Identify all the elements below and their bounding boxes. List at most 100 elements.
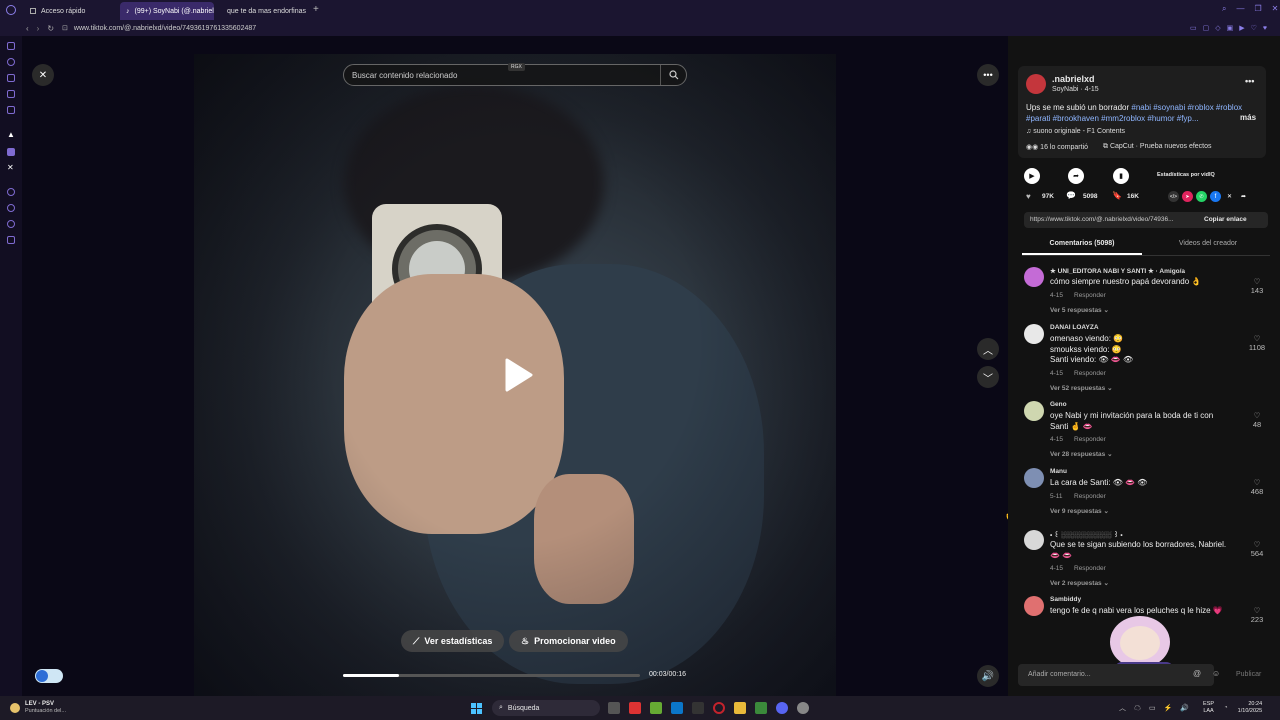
copy-link-button[interactable]: Copiar enlace xyxy=(1204,216,1247,223)
sidebar-icon-6[interactable] xyxy=(7,188,15,196)
promote-video-button[interactable]: ♨ Promocionar video xyxy=(509,630,628,652)
heart-icon[interactable]: ♡ xyxy=(1242,277,1272,286)
news-widget[interactable]: LEV - PSV Puntuación del... xyxy=(25,701,66,715)
back-icon[interactable]: ‹ xyxy=(26,24,29,33)
tab-quick-access[interactable]: Acceso rápido xyxy=(24,2,118,20)
heart-icon[interactable]: ♡ xyxy=(1242,411,1272,420)
publish-button[interactable]: Publicar xyxy=(1236,671,1261,678)
sidebar-icon-5[interactable] xyxy=(7,106,15,114)
x-share-icon[interactable]: ✕ xyxy=(1224,191,1235,202)
commenter-name[interactable]: Sambiddy xyxy=(1050,596,1081,603)
view-replies-button[interactable]: Ver 28 respuestas ⌄ xyxy=(1050,450,1113,458)
comment-like[interactable]: ♡ 143 xyxy=(1242,277,1272,295)
commenter-avatar[interactable] xyxy=(1024,596,1044,616)
view-replies-button[interactable]: Ver 9 respuestas ⌄ xyxy=(1050,507,1109,515)
forward-icon[interactable]: › xyxy=(37,24,40,33)
close-icon[interactable]: ✕ xyxy=(32,64,54,86)
volume-icon[interactable]: 🔊 xyxy=(977,665,999,687)
extension-toggle[interactable] xyxy=(35,669,63,683)
taskbar-search[interactable]: ⌕ Búsqueda xyxy=(491,700,600,716)
commenter-avatar[interactable] xyxy=(1024,530,1044,550)
heart-icon[interactable]: ♡ xyxy=(1242,334,1272,343)
x-icon[interactable]: ✕ xyxy=(7,163,14,172)
url-text[interactable]: www.tiktok.com/@.nabrielxd/video/7493619… xyxy=(74,25,256,32)
windows-start-icon[interactable] xyxy=(470,702,482,714)
progress-track[interactable] xyxy=(343,674,640,677)
commenter-name[interactable]: DANAI LOAYZA xyxy=(1050,324,1099,331)
twitch-icon[interactable] xyxy=(7,148,15,156)
system-tray-icons[interactable]: ︿☁▭⚡🔊 xyxy=(1119,703,1197,713)
maximize-icon[interactable]: ❐ xyxy=(1254,4,1261,14)
commenter-name[interactable]: ★ UNI_EDITORA NABI Y SANTI ★ · Amigo/a xyxy=(1050,267,1185,275)
opera-gx-icon[interactable] xyxy=(712,702,725,714)
tab-tiktok[interactable]: ♪ (99+) SoyNabi (@.nabriel xyxy=(120,2,214,20)
settings-icon[interactable] xyxy=(7,236,15,244)
search-icon[interactable]: ⌕ xyxy=(1222,4,1226,14)
heart-icon[interactable]: ♡ xyxy=(1242,478,1272,487)
sidebar-icon-3[interactable] xyxy=(7,74,15,82)
commenter-avatar[interactable] xyxy=(1024,468,1044,488)
tab-comments[interactable]: Comentarios (5098) xyxy=(1028,240,1136,247)
weather-icon[interactable] xyxy=(10,703,20,713)
reload-icon[interactable]: ↻ xyxy=(47,24,54,33)
heart-icon[interactable]: ♡ xyxy=(1242,540,1272,549)
shared-row[interactable]: ◉◉ 16 lo compartió xyxy=(1026,143,1088,151)
sidebar-icon-1[interactable] xyxy=(7,42,15,50)
volume-button[interactable]: 🔊 xyxy=(977,665,999,687)
close-icon[interactable]: ✕ xyxy=(1272,4,1279,14)
wifi-icon[interactable]: ◔ xyxy=(1224,705,1228,711)
commenter-name[interactable]: Geno xyxy=(1050,401,1067,408)
app-icon-3[interactable] xyxy=(670,702,683,714)
facebook-icon[interactable]: f xyxy=(1210,191,1221,202)
minecraft-icon[interactable] xyxy=(754,702,767,714)
window-controls[interactable]: ⌕ — ❐ ✕ xyxy=(1222,4,1278,14)
language-indicator[interactable]: ESP LAA xyxy=(1203,701,1214,715)
chevron-down-icon[interactable]: ﹀ xyxy=(977,366,999,388)
previous-video-button[interactable]: ︿ xyxy=(977,338,999,360)
author-avatar[interactable] xyxy=(1026,74,1046,94)
like-icon[interactable]: ♥ xyxy=(1026,192,1031,201)
comment-like[interactable]: ♡ 1108 xyxy=(1242,334,1272,352)
sound-row[interactable]: ♫ suono originale - F1 Contents xyxy=(1026,128,1125,135)
commenter-avatar[interactable] xyxy=(1024,267,1044,287)
reply-button[interactable]: Responder xyxy=(1074,436,1106,443)
play-icon[interactable] xyxy=(501,357,535,393)
bookmark-icon[interactable]: 🔖 xyxy=(1112,191,1122,200)
sidebar-icon-2[interactable] xyxy=(7,58,15,66)
comment-like[interactable]: ♡ 468 xyxy=(1242,478,1272,496)
heart-icon[interactable]: ♡ xyxy=(1242,606,1272,615)
stats-link[interactable]: Estadísticas por vidIQ xyxy=(1157,172,1215,178)
clock[interactable]: 20:24 1/10/2025 xyxy=(1238,701,1262,715)
app-icon-5[interactable] xyxy=(796,702,809,714)
close-video-button[interactable]: ✕ xyxy=(32,64,54,86)
reply-button[interactable]: Responder xyxy=(1074,292,1106,299)
search-icon[interactable] xyxy=(660,65,686,85)
emoji-icon[interactable]: ☺ xyxy=(1212,669,1220,678)
sidebar-icon-4[interactable] xyxy=(7,90,15,98)
comment-like[interactable]: ♡ 223 xyxy=(1242,606,1272,624)
comment-like[interactable]: ♡ 564 xyxy=(1242,540,1272,558)
more-options-button[interactable]: ••• xyxy=(977,64,999,86)
mention-icon[interactable]: @ xyxy=(1193,669,1201,678)
reply-button[interactable]: Responder xyxy=(1074,493,1106,500)
author-menu-icon[interactable]: ••• xyxy=(1245,76,1254,86)
task-view-icon[interactable] xyxy=(607,702,620,714)
author-username[interactable]: .nabrielxd xyxy=(1052,74,1095,84)
sidebar-icon-7[interactable] xyxy=(7,204,15,212)
file-explorer-icon[interactable] xyxy=(733,702,746,714)
ellipsis-icon[interactable]: ••• xyxy=(977,64,999,86)
commenter-avatar[interactable] xyxy=(1024,324,1044,344)
next-video-button[interactable]: ﹀ xyxy=(977,366,999,388)
view-replies-button[interactable]: Ver 52 respuestas ⌄ xyxy=(1050,384,1113,392)
tab-search[interactable]: que te da mas endorfinas xyxy=(216,2,312,20)
view-stats-button[interactable]: ⟋ Ver estadísticas xyxy=(401,630,505,652)
video-link[interactable]: https://www.tiktok.com/@.nabrielxd/video… xyxy=(1030,216,1208,223)
reply-button[interactable]: Responder xyxy=(1074,370,1106,377)
view-replies-button[interactable]: Ver 2 respuestas ⌄ xyxy=(1050,579,1109,587)
commenter-name[interactable]: • ꒰ ░░░░░░░░░░░ ꒱ • xyxy=(1050,530,1123,539)
toolbar-icons[interactable]: ▭▢◇▣▶♡♥ xyxy=(1190,24,1273,32)
comment-icon[interactable]: 💬 xyxy=(1066,191,1076,200)
whatsapp-icon[interactable]: ✆ xyxy=(1196,191,1207,202)
view-replies-button[interactable]: Ver 5 respuestas ⌄ xyxy=(1050,306,1109,314)
browser-logo-icon[interactable] xyxy=(6,5,16,15)
